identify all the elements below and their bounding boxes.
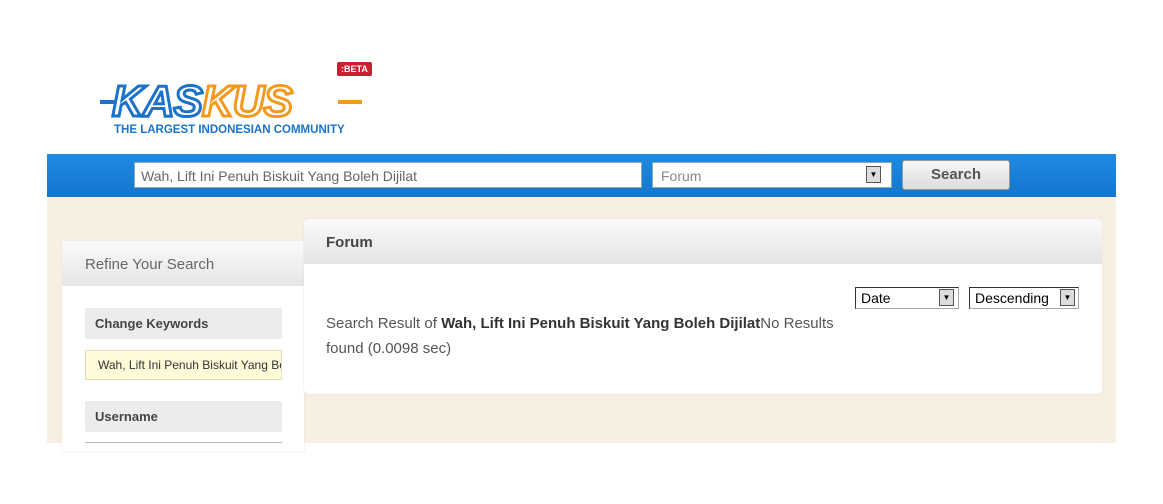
results-title: Forum xyxy=(304,219,1102,264)
logo-wordmark: KASKUS xyxy=(111,77,295,126)
search-input[interactable]: Wah, Lift Ini Penuh Biskuit Yang Boleh D… xyxy=(134,162,642,188)
sort-by-select[interactable]: Date ▼ xyxy=(855,287,959,309)
chevron-down-icon[interactable]: ▼ xyxy=(939,289,954,306)
beta-badge: :BETA xyxy=(337,62,372,76)
results-panel: Forum Date ▼ Descending ▼ Search Result … xyxy=(304,219,1102,394)
logo-tagline: THE LARGEST INDONESIAN COMMUNITY xyxy=(114,124,345,136)
search-button[interactable]: Search xyxy=(902,160,1010,190)
chevron-down-icon[interactable]: ▼ xyxy=(1060,289,1075,306)
refine-title: Refine Your Search xyxy=(62,241,304,286)
chevron-down-icon[interactable]: ▼ xyxy=(866,166,881,183)
sort-order-select[interactable]: Descending ▼ xyxy=(969,287,1079,309)
keywords-input[interactable]: Wah, Lift Ini Penuh Biskuit Yang Boleh D… xyxy=(85,350,282,380)
search-bar: Wah, Lift Ini Penuh Biskuit Yang Boleh D… xyxy=(47,154,1116,197)
result-message: Search Result of Wah, Lift Ini Penuh Bis… xyxy=(326,315,834,357)
change-keywords-label: Change Keywords xyxy=(85,308,282,339)
username-input[interactable] xyxy=(85,442,282,453)
kaskus-logo[interactable]: KASKUS :BETA THE LARGEST INDONESIAN COMM… xyxy=(100,62,380,142)
scope-select[interactable]: Forum ▼ xyxy=(652,162,892,188)
refine-panel: Refine Your Search Change Keywords Wah, … xyxy=(62,241,304,451)
logo-dash xyxy=(338,100,362,104)
username-label: Username xyxy=(85,401,282,432)
